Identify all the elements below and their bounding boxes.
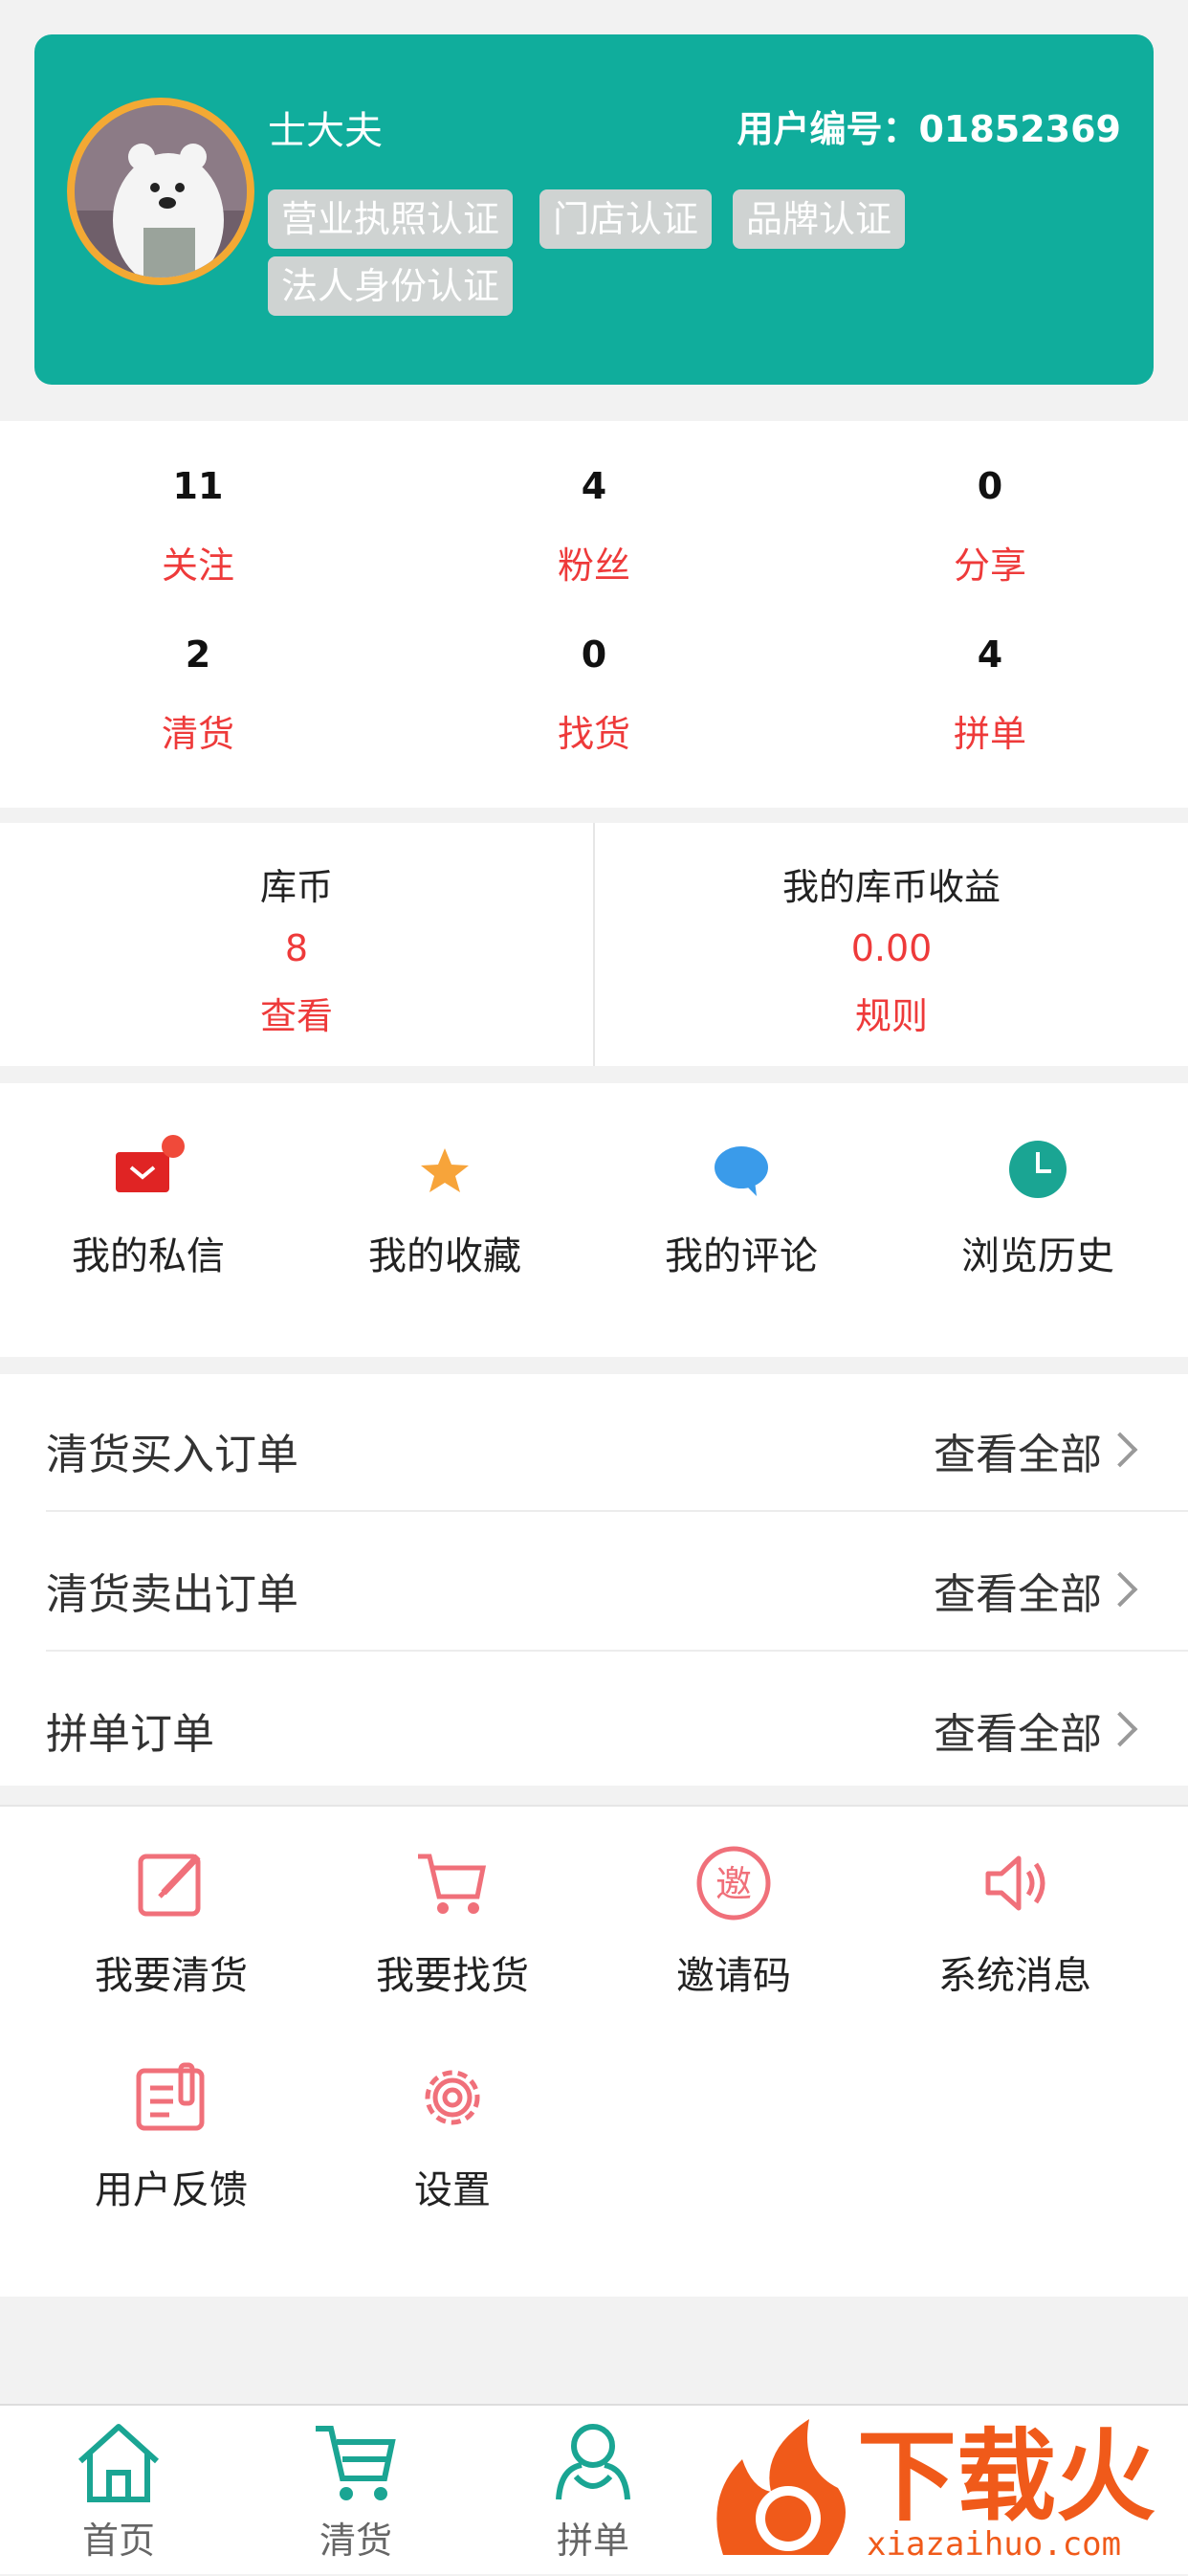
quick-comments[interactable]: 我的评论 <box>593 1133 890 1280</box>
watermark: 下载火 xiazaihuo.com <box>704 2411 1188 2572</box>
grid-invite-code[interactable]: 邀 邀请码 <box>593 1843 874 2000</box>
quick-label: 我的收藏 <box>368 1234 521 1278</box>
chevron-right-icon <box>1102 1571 1138 1608</box>
star-icon <box>421 1148 469 1192</box>
stat-label: 分享 <box>953 544 1026 587</box>
cart-icon <box>316 2426 396 2500</box>
order-row-clearance-buy[interactable]: 清货买入订单 查看全部 <box>46 1374 1188 1512</box>
stat-label: 找货 <box>557 713 630 755</box>
clock-icon <box>1009 1141 1067 1198</box>
badge-business-license[interactable]: 营业执照认证 <box>268 189 514 249</box>
orders-list: 清货买入订单 查看全部 清货卖出订单 查看全部 拼单订单 查看全部 <box>0 1374 1188 1786</box>
quick-messages[interactable]: 我的私信 <box>0 1133 297 1280</box>
quick-label: 浏览历史 <box>961 1234 1114 1278</box>
coin-rules-link[interactable]: 规则 <box>595 987 1188 1039</box>
grid-label: 我要找货 <box>376 1954 529 1998</box>
avatar[interactable] <box>67 98 254 285</box>
stat-group-buy[interactable]: 4 拼单 <box>792 633 1188 757</box>
badge-store[interactable]: 门店认证 <box>539 189 713 249</box>
edit-icon <box>138 1854 201 1917</box>
stat-number: 4 <box>977 633 1003 676</box>
quick-favorites[interactable]: 我的收藏 <box>297 1133 593 1280</box>
quick-label: 我的私信 <box>72 1234 225 1278</box>
tab-label: 清货 <box>319 2520 392 2562</box>
tab-label: 首页 <box>81 2520 155 2562</box>
stat-number: 11 <box>172 465 224 507</box>
stat-label: 清货 <box>161 713 234 755</box>
coin-view-link[interactable]: 查看 <box>0 987 593 1039</box>
coin-earnings-title: 我的库币收益 <box>781 866 1001 908</box>
profile-card: 士大夫 用户编号：01852369 营业执照认证 门店认证 品牌认证 法人身份认… <box>34 34 1154 385</box>
grid-label: 我要清货 <box>95 1954 248 1998</box>
badge-legal-identity[interactable]: 法人身份认证 <box>268 256 514 316</box>
tab-label: 拼单 <box>556 2520 629 2562</box>
grid-label: 邀请码 <box>676 1954 791 1998</box>
feedback-icon <box>136 2062 205 2131</box>
stats-panel: 11 关注 4 粉丝 0 分享 2 清货 0 找货 4 拼单 <box>0 421 1188 808</box>
watermark-brand: 下载火 <box>857 2418 1155 2535</box>
group-icon <box>556 2424 630 2500</box>
username: 士大夫 <box>268 109 383 153</box>
gear-icon <box>425 2070 480 2125</box>
stat-label: 拼单 <box>953 713 1026 755</box>
coins-panel: 库币 8 查看 我的库币收益 0.00 规则 <box>0 823 1188 1066</box>
home-icon <box>77 2424 160 2502</box>
grid-label: 系统消息 <box>938 1954 1091 1998</box>
tab-group-buy[interactable]: 拼单 <box>474 2419 712 2564</box>
grid-label: 用户反馈 <box>95 2168 248 2212</box>
coin-balance: 库币 8 查看 <box>0 857 593 1039</box>
stat-fans[interactable]: 4 粉丝 <box>396 465 792 588</box>
coin-value: 8 <box>284 927 309 969</box>
chevron-right-icon <box>1102 1432 1138 1468</box>
watermark-url: xiazaihuo.com <box>867 2525 1121 2564</box>
divider <box>46 1510 1188 1512</box>
stat-number: 4 <box>581 465 607 507</box>
stat-number: 2 <box>185 633 211 676</box>
function-grid: 我要清货 我要找货 邀 邀请码 系统消息 用户反馈 设置 <box>0 1805 1188 2297</box>
coin-earnings: 我的库币收益 0.00 规则 <box>595 857 1188 1039</box>
chevron-right-icon <box>1102 1711 1138 1747</box>
user-id: 用户编号：01852369 <box>737 108 1121 150</box>
quick-history[interactable]: 浏览历史 <box>890 1133 1186 1280</box>
stat-clearance[interactable]: 2 清货 <box>0 633 396 757</box>
stat-number: 0 <box>977 465 1003 507</box>
stat-label: 关注 <box>161 544 234 587</box>
stat-share[interactable]: 0 分享 <box>792 465 1188 588</box>
view-all-link[interactable]: 查看全部 <box>934 1420 1102 1481</box>
stat-find-goods[interactable]: 0 找货 <box>396 633 792 757</box>
order-row-group-buy[interactable]: 拼单订单 查看全部 <box>46 1654 1188 1791</box>
order-row-clearance-sell[interactable]: 清货卖出订单 查看全部 <box>46 1514 1188 1652</box>
grid-feedback[interactable]: 用户反馈 <box>31 2057 312 2214</box>
badge-brand[interactable]: 品牌认证 <box>733 189 906 249</box>
quick-label: 我的评论 <box>665 1234 818 1278</box>
order-title: 清货买入订单 <box>46 1431 298 1479</box>
coin-earnings-value: 0.00 <box>850 927 933 969</box>
grid-find-goods[interactable]: 我要找货 <box>312 1843 593 2000</box>
invite-icon: 邀 <box>696 1846 771 1921</box>
view-all-link[interactable]: 查看全部 <box>934 1699 1102 1761</box>
speaker-icon <box>985 1855 1045 1911</box>
grid-clearance[interactable]: 我要清货 <box>31 1843 312 2000</box>
coin-title: 库币 <box>259 866 333 908</box>
grid-system-messages[interactable]: 系统消息 <box>874 1843 1155 2000</box>
invite-glyph: 邀 <box>715 1863 752 1905</box>
comment-icon <box>715 1146 768 1196</box>
stat-follow[interactable]: 11 关注 <box>0 465 396 588</box>
grid-label: 设置 <box>414 2168 491 2212</box>
order-title: 清货卖出订单 <box>46 1570 298 1619</box>
divider <box>46 1650 1188 1652</box>
cart-icon <box>418 1854 487 1914</box>
tab-clearance[interactable]: 清货 <box>237 2419 474 2564</box>
tab-home[interactable]: 首页 <box>0 2419 237 2564</box>
stat-label: 粉丝 <box>557 544 630 587</box>
grid-settings[interactable]: 设置 <box>312 2057 593 2214</box>
flame-logo-icon: 下载火 xiazaihuo.com <box>716 2418 1155 2564</box>
view-all-link[interactable]: 查看全部 <box>934 1560 1102 1621</box>
mail-icon <box>116 1135 185 1192</box>
order-title: 拼单订单 <box>46 1710 214 1759</box>
quick-actions: 我的私信 我的收藏 我的评论 浏览历史 <box>0 1083 1188 1357</box>
stat-number: 0 <box>581 633 607 676</box>
